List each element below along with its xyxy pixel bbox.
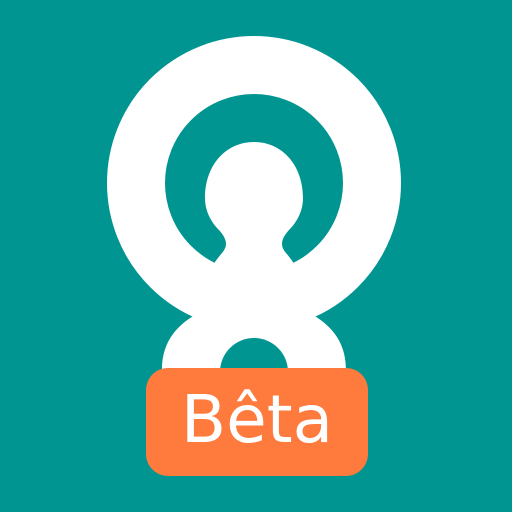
beta-badge: Bêta <box>146 368 368 476</box>
app-icon: Bêta <box>0 0 512 512</box>
beta-badge-label: Bêta <box>180 381 334 458</box>
person-silhouette-shape <box>205 142 303 272</box>
